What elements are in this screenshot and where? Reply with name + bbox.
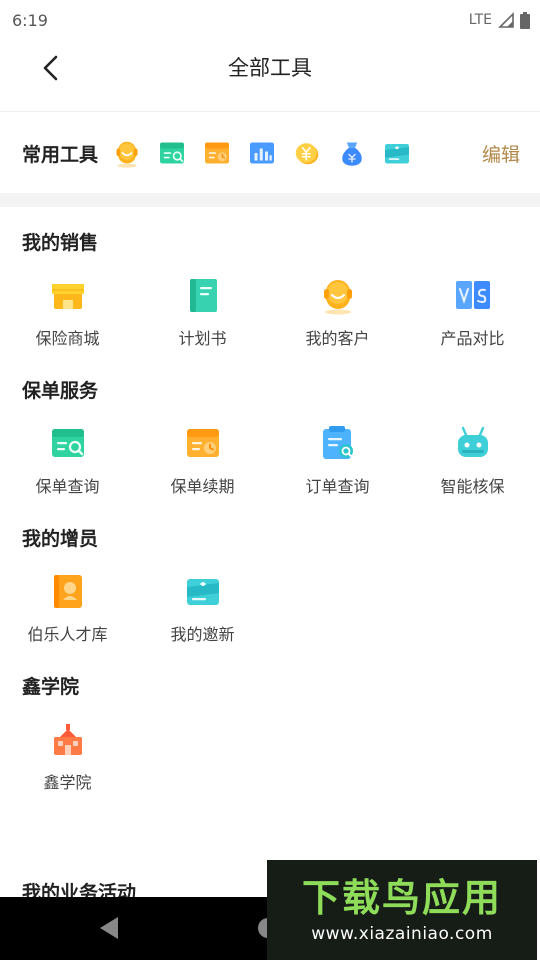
common-tools-bar: 常用工具 编辑	[0, 113, 540, 193]
policy-search-icon	[48, 423, 88, 463]
page-title: 全部工具	[228, 56, 312, 80]
tool-label: 智能核保	[440, 477, 505, 496]
tool-grid-policy: 保单查询 保单续期 订单查询 智能核保	[0, 423, 540, 519]
tool-my-customers[interactable]: 我的客户	[270, 275, 405, 371]
academy-icon	[48, 719, 88, 759]
watermark-url: www.xiazainiao.com	[311, 924, 493, 944]
tool-talent-pool[interactable]: 伯乐人才库	[0, 571, 135, 667]
watermark-brand: 下载鸟应用	[301, 876, 502, 920]
section-title-academy: 鑫学院	[22, 676, 80, 698]
network-label: LTE	[468, 12, 492, 28]
tool-label: 订单查询	[305, 477, 370, 496]
watermark-logo: 下载鸟应用 www.xiazainiao.com	[267, 860, 537, 960]
tool-my-invites[interactable]: 我的邀新	[135, 571, 270, 667]
tool-label: 保险商城	[35, 329, 100, 348]
order-search-icon	[318, 423, 358, 463]
tool-label: 计划书	[178, 329, 227, 348]
status-bar: 6:19 LTE	[0, 0, 540, 40]
renewal-icon	[183, 423, 223, 463]
status-time: 6:19	[12, 10, 48, 30]
tool-sections: 我的销售 保险商城 计划书 我的客户 产品对比 保单服务 保单查询 保单续期 订…	[0, 207, 540, 815]
section-divider	[0, 193, 540, 207]
tool-label: 产品对比	[440, 329, 505, 348]
invite-icon[interactable]	[382, 138, 412, 168]
tool-grid-recruit: 伯乐人才库 我的邀新	[0, 571, 540, 667]
report-chart-icon[interactable]	[247, 138, 277, 168]
tool-label: 鑫学院	[43, 773, 92, 792]
money-bag-icon[interactable]	[337, 138, 367, 168]
common-tools-label: 常用工具	[22, 143, 99, 166]
tool-order-search[interactable]: 订单查询	[270, 423, 405, 519]
talent-icon	[48, 571, 88, 611]
renewal-icon[interactable]	[202, 138, 232, 168]
nav-bar: 全部工具	[0, 40, 540, 112]
plan-book-icon	[183, 275, 223, 315]
system-back-icon[interactable]	[100, 917, 118, 939]
tool-grid-sales: 保险商城 计划书 我的客户 产品对比	[0, 275, 540, 371]
battery-icon	[520, 11, 530, 29]
tool-smart-underwriting[interactable]: 智能核保	[405, 423, 540, 519]
common-tools-icons	[112, 138, 482, 168]
invite-icon	[183, 571, 223, 611]
signal-icon	[498, 12, 514, 28]
policy-search-icon[interactable]	[157, 138, 187, 168]
tool-policy-search[interactable]: 保单查询	[0, 423, 135, 519]
tool-label: 保单查询	[35, 477, 100, 496]
tool-label: 伯乐人才库	[27, 625, 108, 644]
compare-icon	[453, 275, 493, 315]
tool-academy[interactable]: 鑫学院	[0, 719, 135, 815]
mall-icon	[48, 275, 88, 315]
tool-label: 我的邀新	[170, 625, 235, 644]
tool-plan-book[interactable]: 计划书	[135, 275, 270, 371]
tool-product-compare[interactable]: 产品对比	[405, 275, 540, 371]
tool-policy-renewal[interactable]: 保单续期	[135, 423, 270, 519]
tool-grid-academy: 鑫学院	[0, 719, 540, 815]
section-title-recruit: 我的增员	[22, 528, 99, 550]
tool-label: 保单续期	[170, 477, 235, 496]
edit-button[interactable]: 编辑	[482, 140, 520, 167]
section-title-sales: 我的销售	[22, 232, 99, 254]
status-indicators: LTE	[468, 11, 530, 29]
coin-icon[interactable]	[292, 138, 322, 168]
robot-icon	[453, 423, 493, 463]
system-nav-bar	[0, 897, 276, 960]
customer-icon[interactable]	[112, 138, 142, 168]
section-title-policy: 保单服务	[22, 380, 99, 402]
customer-icon	[318, 275, 358, 315]
tool-label: 我的客户	[305, 329, 370, 348]
tool-insurance-mall[interactable]: 保险商城	[0, 275, 135, 371]
